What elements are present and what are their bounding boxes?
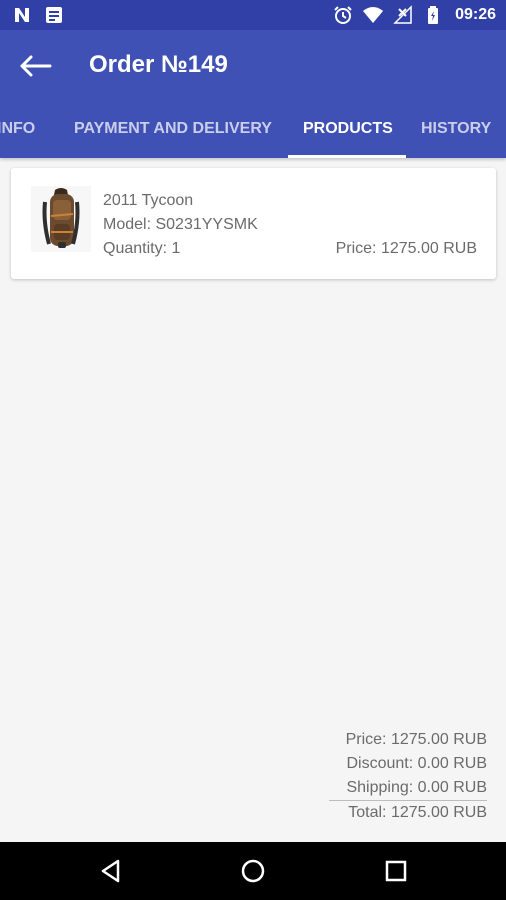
order-totals: Price: 1275.00 RUB Discount: 0.00 RUB Sh… [307, 728, 487, 825]
alarm-icon [334, 6, 352, 24]
arrow-back-icon [20, 55, 52, 77]
message-notification-icon [46, 7, 62, 23]
back-triangle-icon[interactable] [96, 856, 126, 886]
wifi-icon [363, 7, 384, 23]
navigation-bar [0, 842, 506, 900]
totals-shipping: Shipping: 0.00 RUB [346, 779, 487, 796]
back-button[interactable] [14, 47, 56, 85]
tab-history[interactable]: HISTORY [421, 108, 491, 158]
tab-info[interactable]: INFO [0, 108, 35, 158]
product-card[interactable]: 2011 Tycoon Model: S0231YYSMK Quantity: … [11, 168, 496, 279]
n-notification-icon [15, 8, 29, 22]
tab-bar: INFO PAYMENT AND DELIVERY PRODUCTS HISTO… [0, 108, 506, 158]
tab-products[interactable]: PRODUCTS [303, 108, 393, 158]
battery-icon [428, 6, 439, 24]
home-circle-icon[interactable] [238, 856, 268, 886]
status-time: 09:26 [455, 6, 496, 23]
totals-total: Total: 1275.00 RUB [348, 804, 487, 821]
status-bar-system: 09:26 [333, 5, 496, 25]
page-title: Order №149 [89, 51, 228, 78]
product-name: 2011 Tycoon [103, 192, 194, 209]
status-bar-notifications [12, 5, 64, 25]
tab-payment-and-delivery[interactable]: PAYMENT AND DELIVERY [74, 108, 272, 158]
totals-price: Price: 1275.00 RUB [345, 731, 487, 748]
no-signal-icon [393, 5, 412, 24]
tab-indicator [288, 155, 406, 158]
product-model: Model: S0231YYSMK [103, 216, 258, 233]
status-bar: 09:26 [0, 0, 506, 30]
totals-discount: Discount: 0.00 RUB [346, 755, 487, 772]
product-price: Price: 1275.00 RUB [335, 240, 477, 257]
app-bar: Order №149 INFO PAYMENT AND DELIVERY PRO… [0, 30, 506, 158]
recents-square-icon[interactable] [381, 856, 411, 886]
backpack-image [31, 186, 91, 252]
product-quantity: Quantity: 1 [103, 240, 181, 257]
